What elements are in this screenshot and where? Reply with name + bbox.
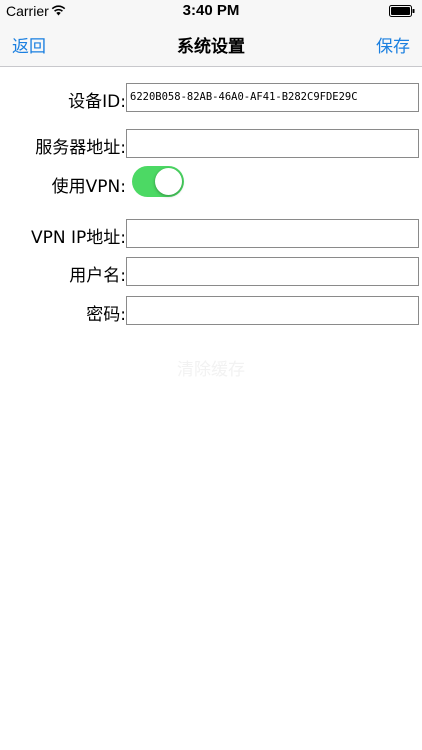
device-id-field[interactable]: 6220B058-82AB-46A0-AF41-B282C9FDE29C <box>126 83 419 112</box>
status-bar: Carrier 3:40 PM <box>0 0 422 22</box>
password-field[interactable] <box>126 296 419 325</box>
navigation-bar: 返回 系统设置 保存 <box>0 22 422 67</box>
settings-screen: Carrier 3:40 PM 返回 系统设置 保存 设备ID: 6220B05… <box>0 0 422 750</box>
use-vpn-label: 使用VPN: <box>51 177 126 197</box>
vpn-ip-field[interactable] <box>126 219 419 248</box>
username-field[interactable] <box>126 257 419 286</box>
password-label: 密码: <box>86 305 126 325</box>
server-address-label: 服务器地址: <box>35 138 126 158</box>
status-time: 3:40 PM <box>182 2 240 19</box>
server-address-field[interactable] <box>126 129 419 158</box>
vpn-ip-label: VPN IP地址: <box>31 228 126 248</box>
page-title: 系统设置 <box>177 37 245 57</box>
use-vpn-toggle[interactable] <box>132 166 184 197</box>
save-button[interactable]: 保存 <box>376 32 410 57</box>
clear-cache-button[interactable]: 清除缓存 <box>0 355 422 380</box>
device-id-label: 设备ID: <box>68 92 126 112</box>
username-label: 用户名: <box>69 266 126 286</box>
toggle-knob <box>155 168 182 195</box>
battery-icon <box>389 5 415 17</box>
